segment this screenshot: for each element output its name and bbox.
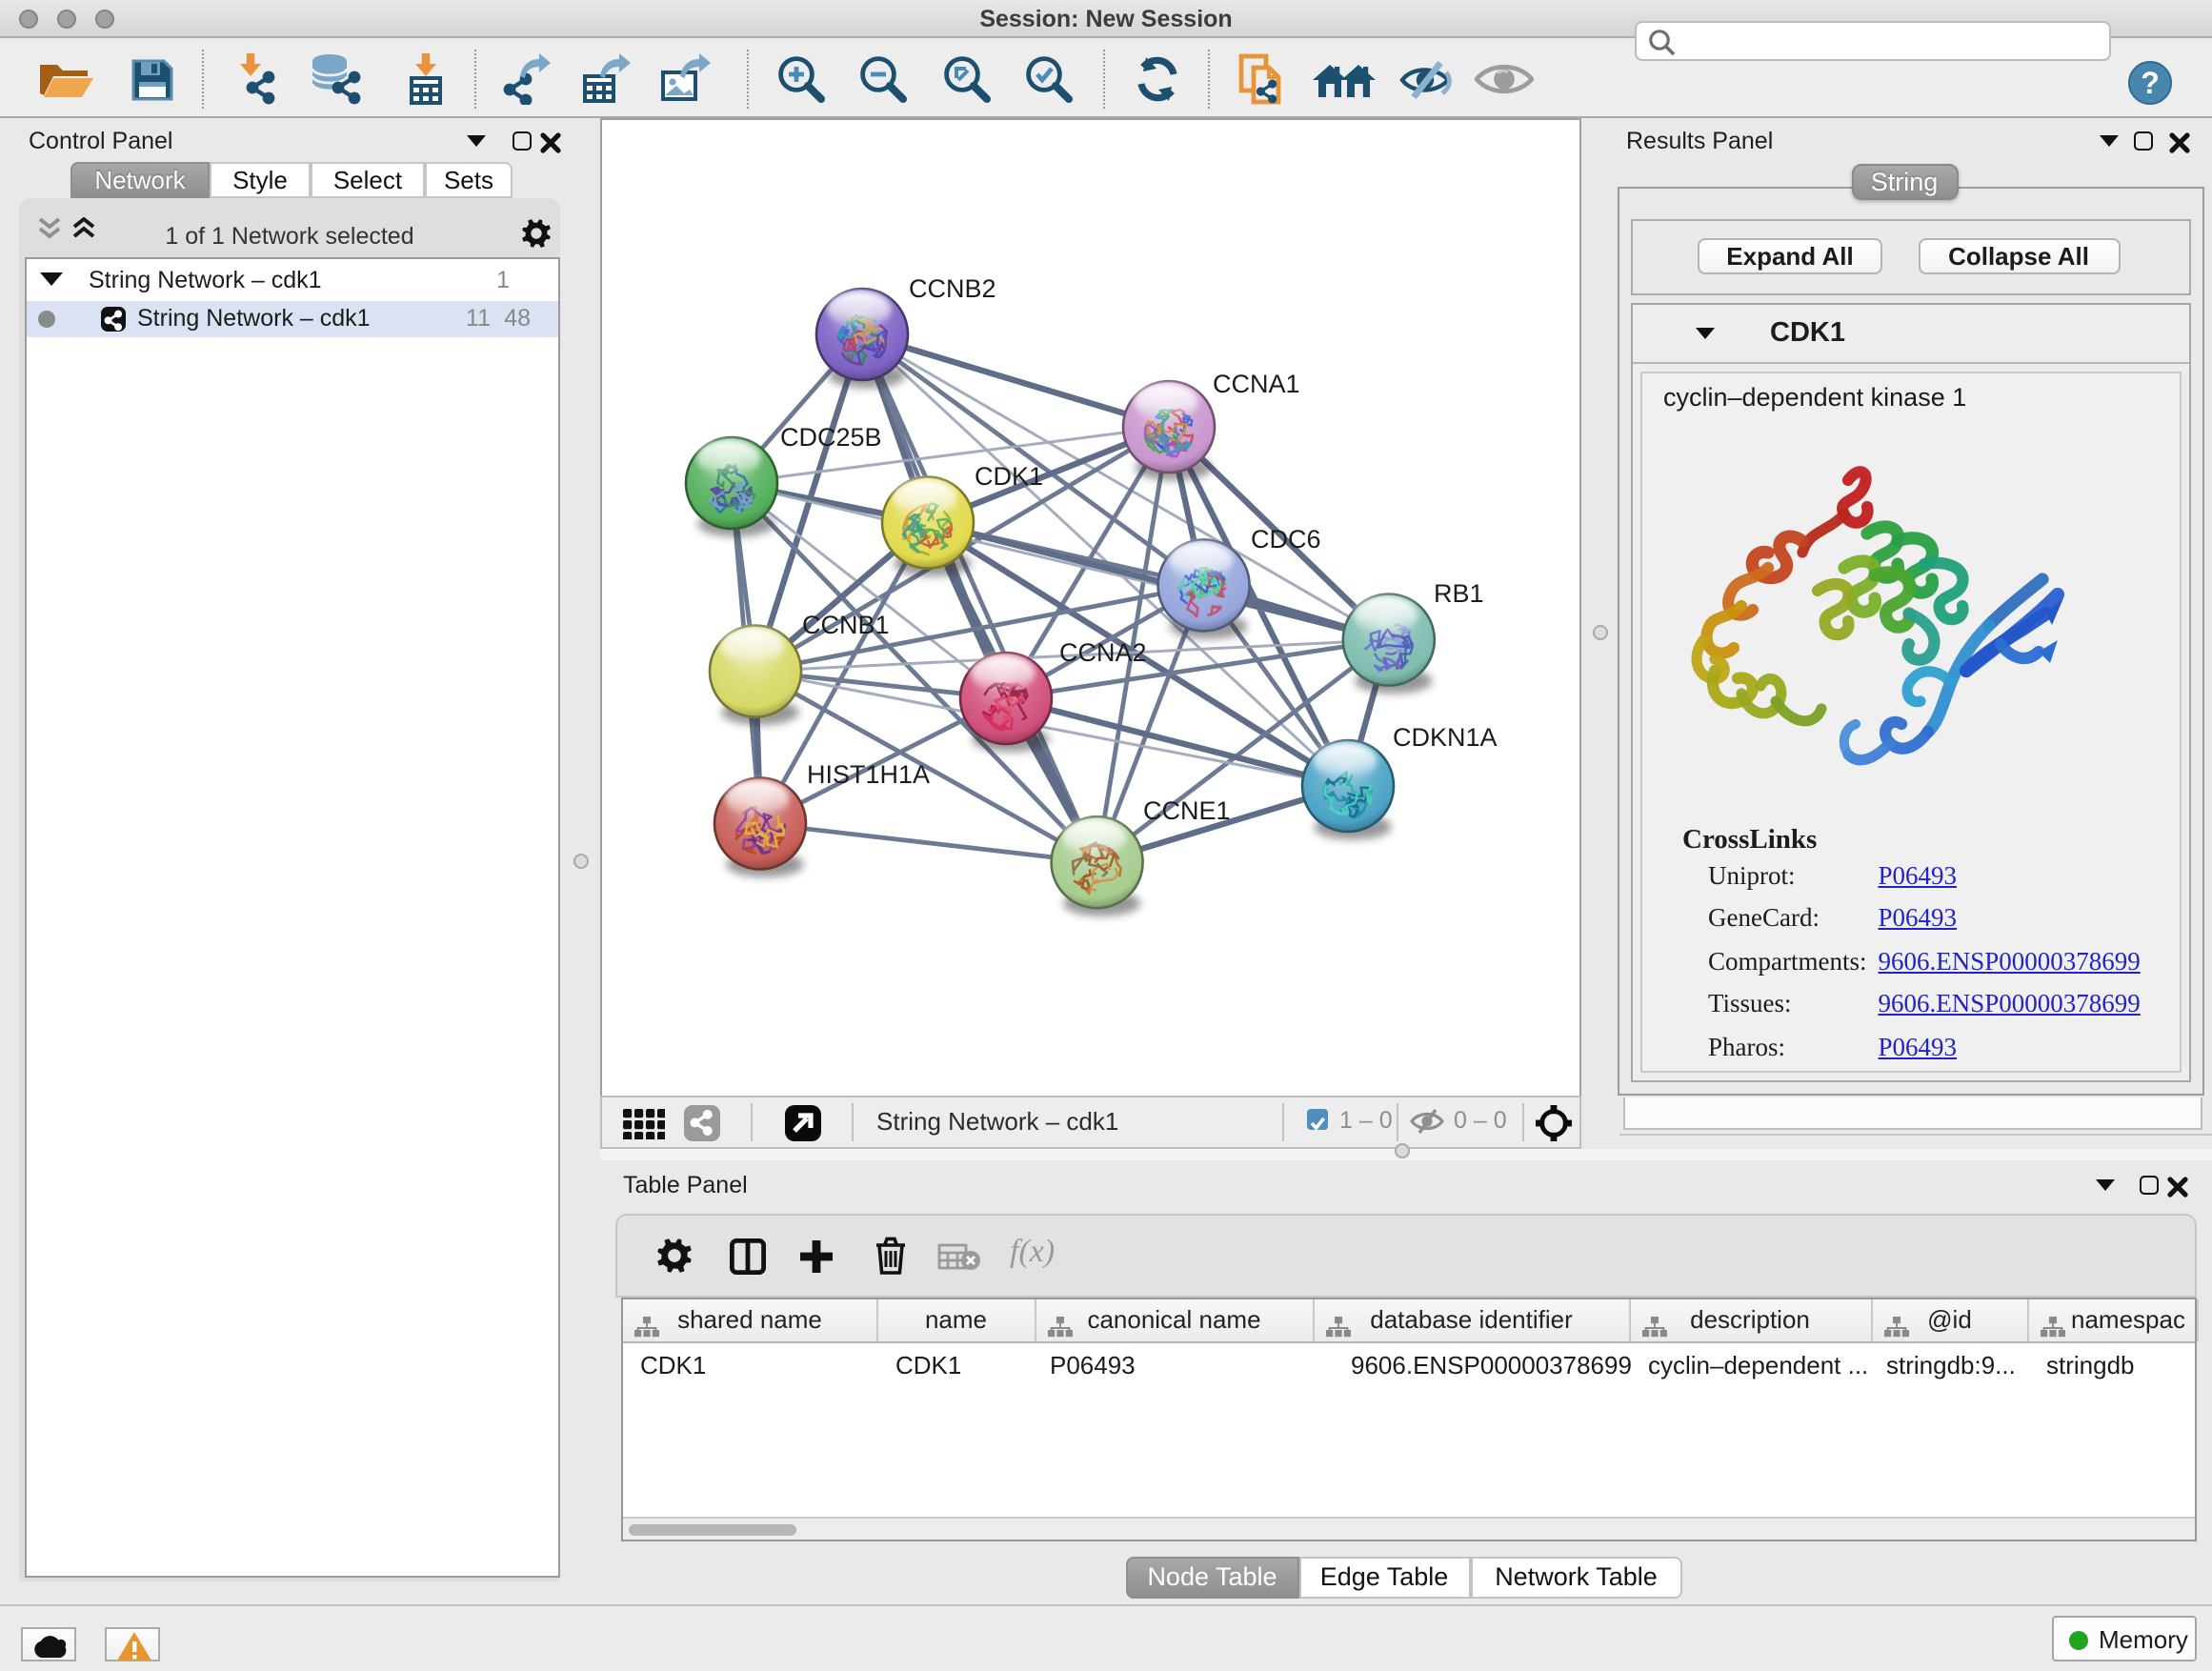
svg-text:RB1: RB1 <box>1434 579 1484 608</box>
svg-text:CDK1: CDK1 <box>975 462 1043 491</box>
svg-text:CDC6: CDC6 <box>1251 525 1321 554</box>
svg-text:CCNB1: CCNB1 <box>802 611 890 639</box>
svg-text:HIST1H1A: HIST1H1A <box>807 760 930 789</box>
svg-text:CDKN1A: CDKN1A <box>1393 723 1498 752</box>
svg-text:CDC25B: CDC25B <box>780 423 882 452</box>
svg-text:CCNE1: CCNE1 <box>1143 796 1231 825</box>
svg-text:?: ? <box>2141 65 2160 99</box>
svg-text:CCNA2: CCNA2 <box>1059 638 1147 667</box>
svg-text:CCNB2: CCNB2 <box>909 274 996 303</box>
svg-text:CCNA1: CCNA1 <box>1213 370 1300 398</box>
